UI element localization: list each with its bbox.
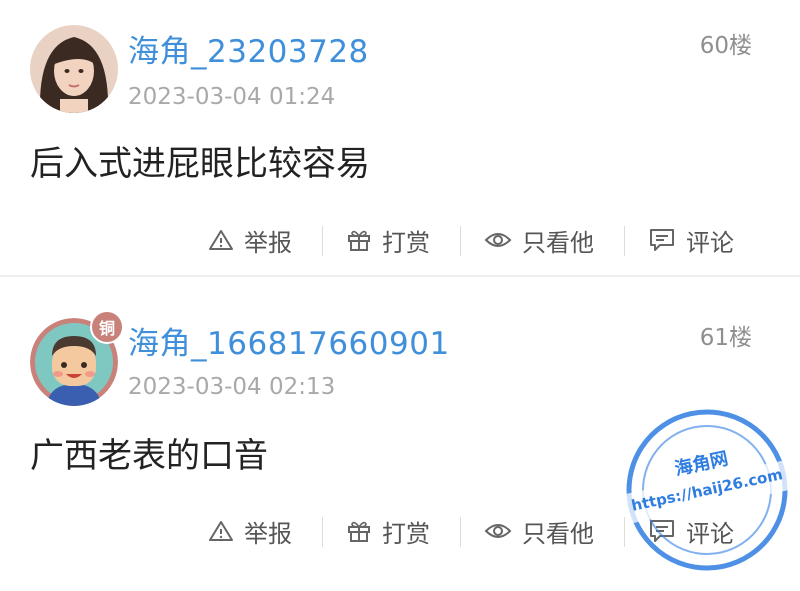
- only-him-label: 只看他: [522, 519, 594, 548]
- username[interactable]: 海角_166817660901: [128, 318, 450, 363]
- floor-number: 61楼: [699, 325, 752, 351]
- divider: [460, 517, 461, 547]
- reward-label: 打赏: [382, 519, 430, 548]
- report-button[interactable]: 举报: [208, 511, 292, 551]
- post-content: 广西老表的口音: [30, 436, 268, 476]
- warning-icon: [209, 521, 233, 541]
- divider: [322, 517, 323, 547]
- eye-icon: [484, 524, 512, 538]
- post-time: 2023-03-04 02:13: [128, 374, 336, 400]
- gift-icon: [348, 521, 370, 542]
- report-label: 举报: [244, 519, 292, 548]
- divider: [624, 517, 625, 547]
- reward-button[interactable]: 打赏: [346, 511, 430, 551]
- only-him-button[interactable]: 只看他: [484, 511, 594, 551]
- level-badge: 铜: [90, 310, 124, 344]
- watermark-stamp: 海角网 https://haij26.com: [606, 389, 800, 591]
